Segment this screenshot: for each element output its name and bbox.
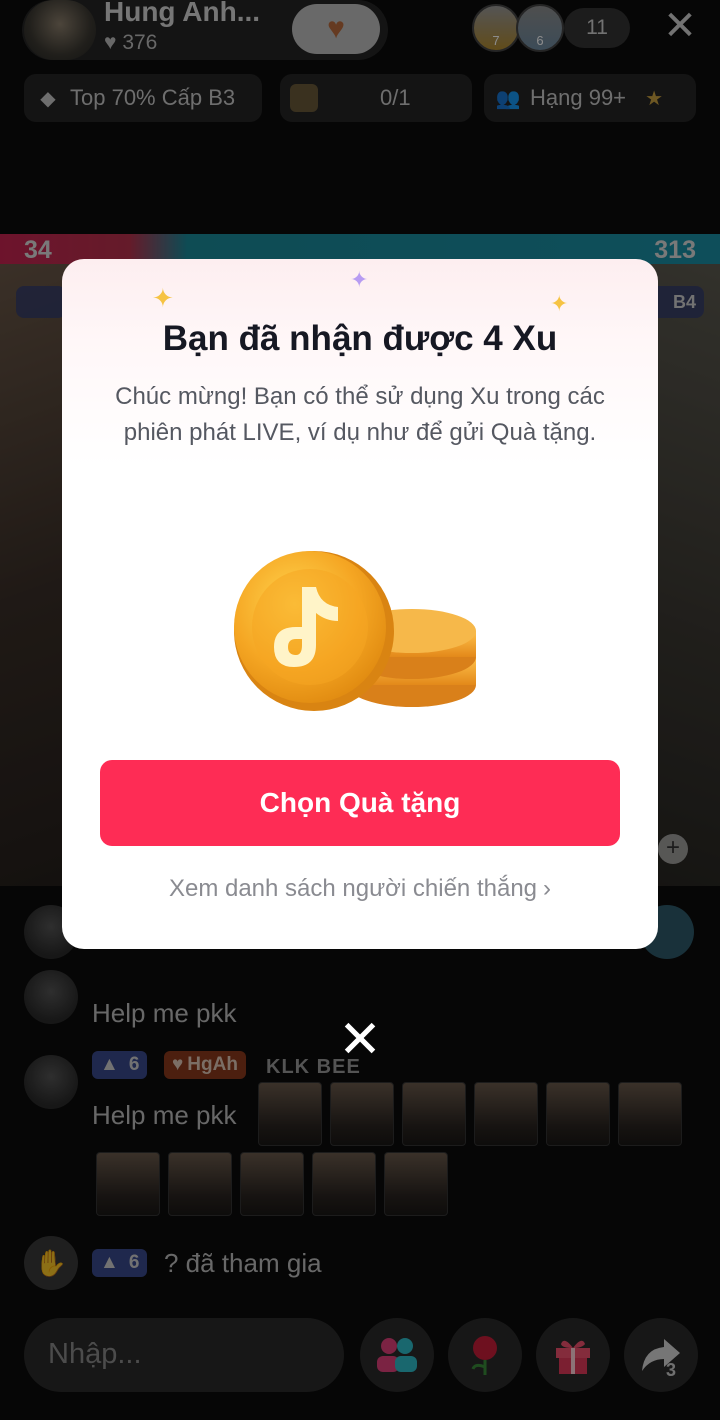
modal-description: Chúc mừng! Bạn có thể sử dụng Xu trong c… <box>115 383 605 446</box>
coins-icon <box>234 551 476 711</box>
coin-illustration <box>232 539 492 719</box>
sparkle-icon: ✦ <box>152 283 174 313</box>
winners-list-link[interactable]: Xem danh sách người chiến thắng › <box>62 875 658 903</box>
coin-reward-modal: ✦ ✦ ✦ Bạn đã nhận được 4 Xu Chúc mừng! B… <box>62 259 658 949</box>
modal-title: Bạn đã nhận được 4 Xu <box>162 319 558 358</box>
choose-gift-button[interactable]: Chọn Quà tặng <box>100 760 620 846</box>
winners-list-label: Xem danh sách người chiến thắng <box>168 875 538 902</box>
chevron-right-icon: › <box>543 875 552 902</box>
sparkle-icon: ✦ <box>350 267 369 292</box>
close-modal-button[interactable]: ✕ <box>336 1014 384 1066</box>
sparkle-icon: ✦ <box>550 291 569 316</box>
